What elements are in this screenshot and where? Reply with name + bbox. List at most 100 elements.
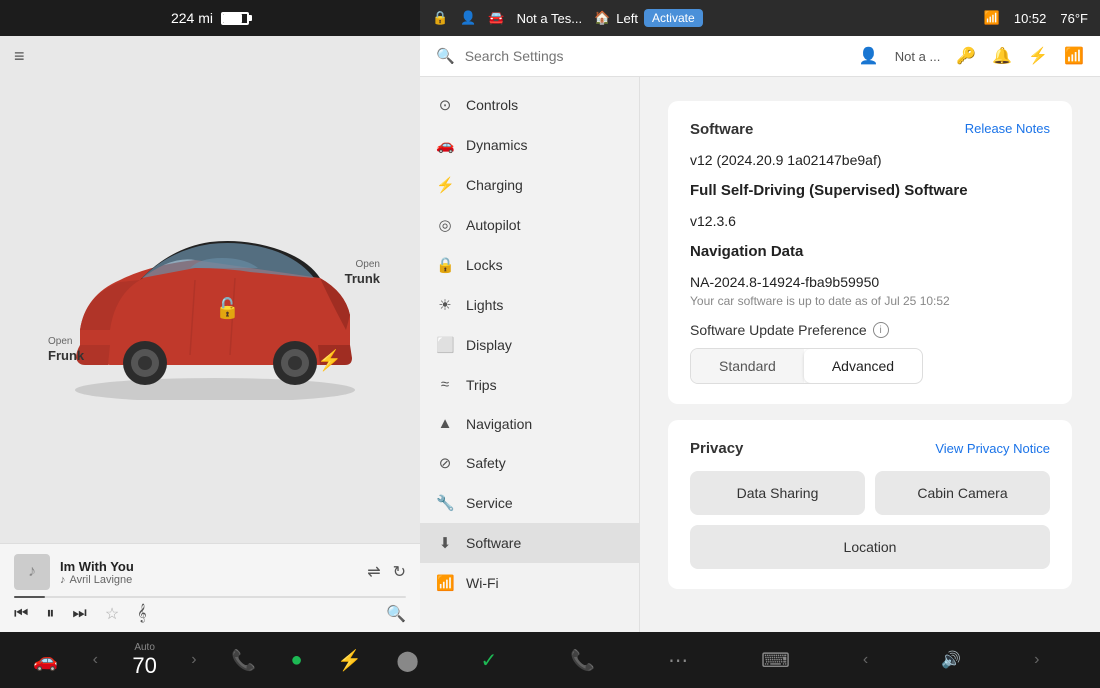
sidebar-controls-label: Controls [466, 97, 518, 113]
speed-label: Auto [132, 642, 156, 653]
sidebar-item-lights[interactable]: ☀ Lights [420, 285, 639, 325]
key-icon[interactable]: 🔑 [956, 46, 976, 66]
car-taskbar-icon[interactable]: 🚗 [33, 648, 58, 673]
privacy-title: Privacy [690, 440, 743, 457]
wifi-icon: 📶 [984, 10, 1000, 26]
bluetooth-icon[interactable]: ⚡ [1028, 46, 1048, 66]
sidebar-locks-label: Locks [466, 257, 503, 273]
artist-name: ♪ Avril Lavigne [60, 574, 357, 586]
autopilot-icon: ◎ [436, 216, 454, 234]
update-preference-section: Software Update Preference i Standard Ad… [690, 322, 1050, 384]
software-version: v12 (2024.20.9 1a02147be9af) [690, 152, 1050, 168]
data-sharing-button[interactable]: Data Sharing [690, 471, 865, 515]
bluetooth-taskbar-icon[interactable]: ⚡ [337, 648, 362, 673]
phone-taskbar-icon[interactable]: 📞 [231, 648, 256, 673]
home-icon: 🏠 [594, 10, 610, 26]
sidebar-item-display[interactable]: ⬜ Display [420, 325, 639, 365]
sidebar-wifi-label: Wi-Fi [466, 575, 499, 591]
sidebar-item-wifi[interactable]: 📶 Wi-Fi [420, 563, 639, 603]
activate-button[interactable]: Activate [644, 9, 703, 27]
username-display: Not a Tes... [517, 11, 583, 26]
sidebar-item-software[interactable]: ⬇ Software [420, 523, 639, 563]
next-track-button[interactable]: ⏭ [72, 605, 86, 623]
checkmark-icon[interactable]: ✓ [480, 648, 497, 673]
speed-value: 70 [132, 653, 156, 679]
frunk-label[interactable]: Open Frunk [48, 335, 84, 365]
sidebar-item-service[interactable]: 🔧 Service [420, 483, 639, 523]
display-icon: ⬜ [436, 336, 454, 354]
shuffle-icon[interactable]: ⇌ [367, 562, 380, 582]
sidebar-item-controls[interactable]: ⊙ Controls [420, 85, 639, 125]
left-arrow-icon[interactable]: ‹ [863, 651, 868, 669]
update-status: Your car software is up to date as of Ju… [690, 294, 1050, 308]
sidebar-lights-label: Lights [466, 297, 503, 313]
dots-icon[interactable]: ⋯ [668, 648, 688, 673]
lock-icon[interactable]: 🔓 [215, 296, 240, 321]
music-progress-bar[interactable] [14, 596, 406, 598]
volume-section: 🔊 [941, 650, 961, 670]
safety-icon: ⊘ [436, 454, 454, 472]
sidebar-autopilot-label: Autopilot [466, 217, 520, 233]
sidebar-item-charging[interactable]: ⚡ Charging [420, 165, 639, 205]
charge-icon: ⚡ [317, 348, 342, 373]
privacy-btn-row-2: Location [690, 525, 1050, 569]
wifi-settings-icon[interactable]: 📶 [1064, 46, 1084, 66]
search-input[interactable] [465, 48, 849, 64]
advanced-update-button[interactable]: Advanced [804, 349, 922, 383]
song-title: Im With You [60, 559, 357, 574]
repeat-icon[interactable]: ↻ [393, 562, 406, 582]
standard-update-button[interactable]: Standard [691, 349, 804, 383]
privacy-buttons: Data Sharing Cabin Camera Location [690, 471, 1050, 569]
trips-icon: ≈ [436, 376, 454, 393]
sidebar-item-trips[interactable]: ≈ Trips [420, 365, 639, 404]
favorite-button[interactable]: ☆ [105, 604, 119, 624]
view-privacy-link[interactable]: View Privacy Notice [935, 441, 1050, 456]
music-details: Im With You ♪ Avril Lavigne [60, 559, 357, 586]
cabin-camera-button[interactable]: Cabin Camera [875, 471, 1050, 515]
status-icons: 📶 10:52 76°F [984, 10, 1088, 26]
car-status-icon: 🚘 [488, 10, 504, 26]
car-panel-header: ≡ [0, 36, 420, 77]
sidebar-item-locks[interactable]: 🔒 Locks [420, 245, 639, 285]
location-button[interactable]: Location [690, 525, 1050, 569]
lights-icon: ☀ [436, 296, 454, 314]
camera-icon[interactable]: ⬤ [396, 648, 418, 673]
volume-icon[interactable]: 🔊 [941, 650, 961, 670]
trunk-label[interactable]: Open Trunk [345, 258, 380, 288]
sidebar-item-autopilot[interactable]: ◎ Autopilot [420, 205, 639, 245]
sidebar-safety-label: Safety [466, 455, 506, 471]
car-visualization: Open Frunk Open Trunk [0, 77, 420, 543]
bell-icon[interactable]: 🔔 [992, 46, 1012, 66]
locks-icon: 🔒 [436, 256, 454, 274]
settings-header-icons: 👤 Not a ... 🔑 🔔 ⚡ 📶 [859, 46, 1084, 66]
software-title: Software [690, 121, 753, 138]
release-notes-link[interactable]: Release Notes [965, 121, 1050, 136]
account-icon[interactable]: 👤 [859, 46, 879, 66]
album-art: ♪ [14, 554, 50, 590]
info-icon[interactable]: i [873, 322, 889, 338]
prev-track-button[interactable]: ⏮ [14, 605, 28, 623]
keyboard-icon[interactable]: ⌨ [761, 648, 790, 673]
prev-arrow-icon[interactable]: ‹ [93, 651, 98, 669]
search-music-button[interactable]: 🔍 [386, 604, 406, 624]
spotify-icon[interactable]: ● [290, 649, 302, 672]
settings-search-bar: 🔍 👤 Not a ... 🔑 🔔 ⚡ 📶 [420, 36, 1100, 77]
taskbar-left: 🚗 ‹ Auto 70 › 📞 ● ⚡ ⬤ [16, 642, 436, 679]
equalizer-button[interactable]: 𝄞 [137, 605, 146, 623]
right-arrow-icon[interactable]: › [1034, 651, 1039, 669]
top-bar: 224 mi 🔒 👤 🚘 Not a Tes... 🏠 Left Activat… [0, 0, 1100, 36]
pause-button[interactable]: ⏸ [46, 605, 54, 623]
charging-icon: ⚡ [436, 176, 454, 194]
controls-icon: ⊙ [436, 96, 454, 114]
taskbar-right: ✓ 📞 ⋯ ⌨ ‹ 🔊 › [436, 648, 1084, 673]
call-icon[interactable]: 📞 [570, 648, 595, 673]
next-arrow-icon[interactable]: › [191, 651, 196, 669]
sidebar-item-dynamics[interactable]: 🚗 Dynamics [420, 125, 639, 165]
software-header: Software Release Notes [690, 121, 1050, 138]
sidebar-item-safety[interactable]: ⊘ Safety [420, 443, 639, 483]
sidebar-item-navigation[interactable]: ▲ Navigation [420, 404, 639, 443]
navigation-icon: ▲ [436, 415, 454, 432]
menu-icon[interactable]: ≡ [14, 46, 25, 67]
mileage-display: 224 mi [171, 10, 213, 26]
privacy-btn-row-1: Data Sharing Cabin Camera [690, 471, 1050, 515]
